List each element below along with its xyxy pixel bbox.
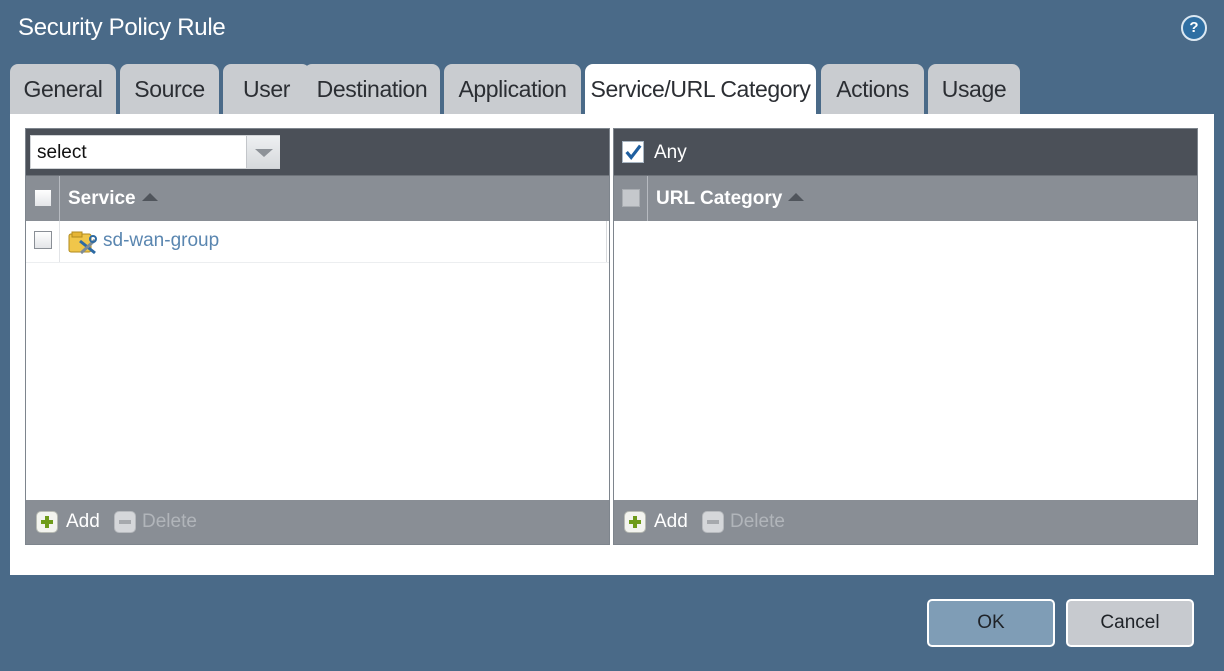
delete-icon bbox=[114, 511, 136, 533]
url-add-button[interactable]: Add bbox=[654, 500, 688, 544]
ok-button[interactable]: OK bbox=[927, 599, 1055, 647]
service-box: select Service sd-wan-group Add Delete bbox=[25, 128, 610, 545]
url-column-header: URL Category bbox=[614, 175, 1197, 221]
add-icon[interactable] bbox=[36, 511, 58, 533]
service-footer: Add Delete bbox=[26, 500, 609, 544]
tab-application[interactable]: Application bbox=[444, 64, 581, 114]
service-select[interactable]: select bbox=[30, 135, 280, 169]
service-header-label[interactable]: Service bbox=[68, 176, 158, 222]
tab-usage[interactable]: Usage bbox=[928, 64, 1020, 114]
service-header-text: Service bbox=[68, 188, 136, 209]
service-group-icon bbox=[68, 231, 97, 255]
tab-general[interactable]: General bbox=[10, 64, 116, 114]
column-divider bbox=[647, 176, 648, 221]
column-divider bbox=[59, 221, 60, 262]
url-header-label[interactable]: URL Category bbox=[656, 176, 805, 222]
any-label: Any bbox=[654, 142, 687, 163]
tab-actions[interactable]: Actions bbox=[821, 64, 924, 114]
any-checkbox[interactable] bbox=[622, 141, 644, 163]
add-icon[interactable] bbox=[624, 511, 646, 533]
dialog-title: Security Policy Rule bbox=[18, 14, 226, 41]
tab-content-panel: select Service sd-wan-group Add Delete A… bbox=[10, 114, 1214, 575]
select-all-checkbox bbox=[622, 189, 640, 207]
tab-user[interactable]: User bbox=[223, 64, 310, 114]
tab-service-url-category[interactable]: Service/URL Category bbox=[585, 64, 816, 114]
service-toolbar: select bbox=[26, 129, 609, 175]
table-row[interactable]: sd-wan-group bbox=[26, 221, 609, 263]
delete-icon bbox=[702, 511, 724, 533]
dropdown-arrow-icon[interactable] bbox=[246, 136, 280, 168]
sort-asc-icon bbox=[141, 193, 158, 201]
help-icon[interactable]: ? bbox=[1181, 15, 1207, 41]
service-column-header: Service bbox=[26, 175, 609, 221]
url-category-box: Any URL Category Add Delete bbox=[613, 128, 1198, 545]
url-footer: Add Delete bbox=[614, 500, 1197, 544]
cancel-button[interactable]: Cancel bbox=[1066, 599, 1194, 647]
url-delete-button[interactable]: Delete bbox=[730, 500, 785, 544]
sort-asc-icon bbox=[788, 193, 805, 201]
tab-source[interactable]: Source bbox=[120, 64, 219, 114]
select-all-checkbox[interactable] bbox=[34, 189, 52, 207]
column-divider bbox=[606, 221, 607, 262]
row-checkbox[interactable] bbox=[34, 231, 52, 249]
service-select-value: select bbox=[37, 142, 87, 163]
column-divider bbox=[59, 176, 60, 221]
tab-destination[interactable]: Destination bbox=[304, 64, 440, 114]
service-delete-button[interactable]: Delete bbox=[142, 500, 197, 544]
service-add-button[interactable]: Add bbox=[66, 500, 100, 544]
service-link[interactable]: sd-wan-group bbox=[103, 221, 219, 261]
url-header-text: URL Category bbox=[656, 188, 783, 209]
url-toolbar: Any bbox=[614, 129, 1197, 175]
